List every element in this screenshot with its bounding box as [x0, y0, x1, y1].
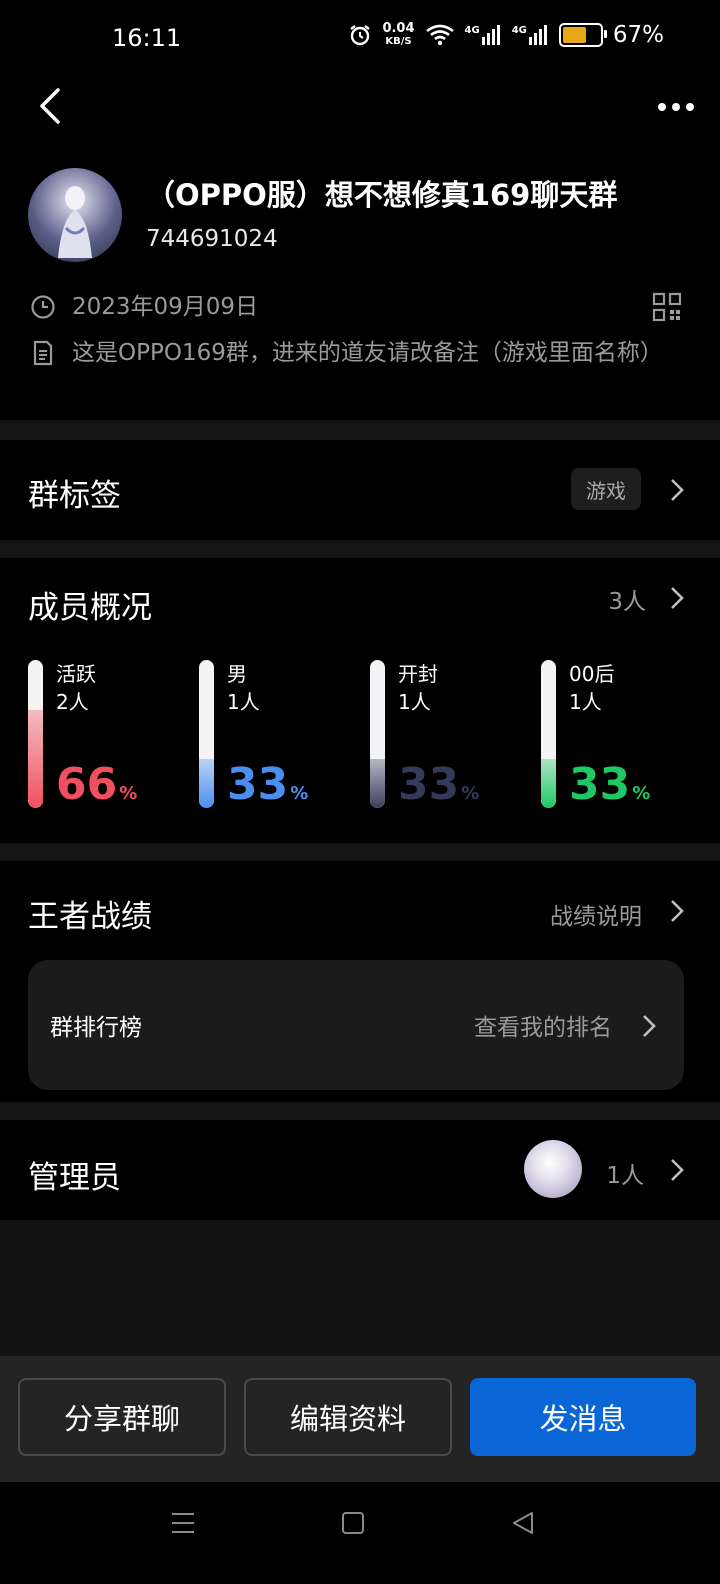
- member-stat-active: 活跃 2人 66%: [28, 660, 198, 810]
- stat-percent: 33%: [398, 759, 480, 810]
- back-nav-icon[interactable]: [510, 1510, 536, 1536]
- stat-fill: [28, 710, 43, 808]
- stat-track: [370, 660, 385, 808]
- clock-icon: [31, 295, 55, 319]
- group-id: 744691024: [146, 226, 278, 252]
- status-bar: 16:11 0.04 KB/S 4G 4G 67%: [0, 0, 720, 80]
- divider: [0, 1102, 720, 1120]
- stat-percent: 33%: [227, 759, 309, 810]
- system-nav-bar: [0, 1482, 720, 1584]
- alarm-icon: [350, 25, 371, 46]
- stat-label: 男 1人: [227, 662, 260, 714]
- avatar-figure: [58, 186, 92, 258]
- admin-avatar[interactable]: [524, 1140, 582, 1198]
- stat-label: 开封 1人: [398, 662, 438, 714]
- wifi-icon: [425, 24, 454, 46]
- member-stat-kaifeng: 开封 1人 33%: [370, 660, 540, 810]
- member-count: 3人: [608, 589, 646, 615]
- group-description: 这是OPPO169群，进来的道友请改备注（游戏里面名称）: [72, 340, 663, 366]
- chevron-right-icon: [671, 479, 684, 501]
- net-speed-unit: KB/S: [385, 36, 412, 47]
- back-arrow-icon: [40, 88, 60, 124]
- group-tag-title: 群标签: [28, 478, 121, 514]
- stat-track: [541, 660, 556, 808]
- qr-code-icon[interactable]: [652, 292, 682, 322]
- stat-label: 活跃 2人: [56, 662, 96, 714]
- member-overview-title: 成员概况: [28, 590, 152, 626]
- admin-row[interactable]: 管理员 1人: [0, 1120, 720, 1220]
- send-message-button[interactable]: 发消息: [470, 1378, 696, 1456]
- chevron-right-icon: [671, 900, 684, 922]
- home-icon[interactable]: [340, 1510, 366, 1536]
- records-title: 王者战绩: [28, 899, 152, 935]
- battery-icon: [558, 23, 607, 47]
- more-button[interactable]: [652, 92, 702, 122]
- admin-count: 1人: [606, 1163, 644, 1189]
- share-group-button[interactable]: 分享群聊: [18, 1378, 226, 1456]
- records-header[interactable]: 王者战绩 战绩说明: [0, 861, 720, 951]
- view-my-rank-link: 查看我的排名: [474, 1015, 612, 1041]
- status-icons: 0.04 KB/S 4G 4G 67%: [348, 22, 664, 48]
- status-time: 16:11: [112, 24, 182, 52]
- more-dots-icon: [658, 103, 694, 111]
- net-speed: 0.04 KB/S: [382, 22, 414, 48]
- empty-area: [0, 1220, 720, 1356]
- signal-icon-1: 4G: [465, 25, 502, 45]
- member-stat-male: 男 1人 33%: [199, 660, 369, 810]
- stat-label: 00后 1人: [569, 662, 615, 714]
- created-date: 2023年09月09日: [72, 294, 259, 320]
- stat-fill: [541, 759, 556, 808]
- back-button[interactable]: [30, 84, 70, 128]
- net-speed-value: 0.04: [382, 21, 415, 36]
- stat-fill: [199, 759, 214, 808]
- divider: [0, 540, 720, 558]
- stat-percent: 66%: [56, 759, 138, 810]
- admin-title: 管理员: [28, 1160, 121, 1196]
- group-tag-chip: 游戏: [571, 468, 641, 510]
- description-row: 这是OPPO169群，进来的道友请改备注（游戏里面名称）: [30, 336, 670, 370]
- group-avatar[interactable]: [28, 168, 122, 262]
- divider: [0, 843, 720, 861]
- document-icon: [33, 340, 53, 366]
- chevron-right-icon: [671, 587, 684, 609]
- member-stat-00s: 00后 1人 33%: [541, 660, 711, 810]
- signal-icon-2: 4G: [512, 25, 549, 45]
- member-overview-header[interactable]: 成员概况 3人: [0, 558, 720, 638]
- chevron-right-icon: [643, 1015, 656, 1037]
- created-date-row: 2023年09月09日: [30, 290, 630, 324]
- battery-percent: 67%: [612, 22, 664, 48]
- edit-profile-button[interactable]: 编辑资料: [244, 1378, 452, 1456]
- chevron-right-icon: [671, 1159, 684, 1181]
- records-explain-link: 战绩说明: [550, 904, 642, 930]
- group-ranking-card[interactable]: 群排行榜 查看我的排名: [28, 960, 684, 1090]
- stat-percent: 33%: [569, 759, 651, 810]
- ranking-title: 群排行榜: [50, 1015, 142, 1041]
- group-name: （OPPO服）想不想修真169聊天群: [146, 178, 618, 212]
- stat-track: [28, 660, 43, 808]
- stat-fill: [370, 759, 385, 808]
- battery-fill: [562, 27, 586, 43]
- stat-track: [199, 660, 214, 808]
- divider: [0, 420, 720, 440]
- menu-icon[interactable]: [170, 1510, 196, 1536]
- group-tag-row[interactable]: 群标签 游戏: [0, 440, 720, 540]
